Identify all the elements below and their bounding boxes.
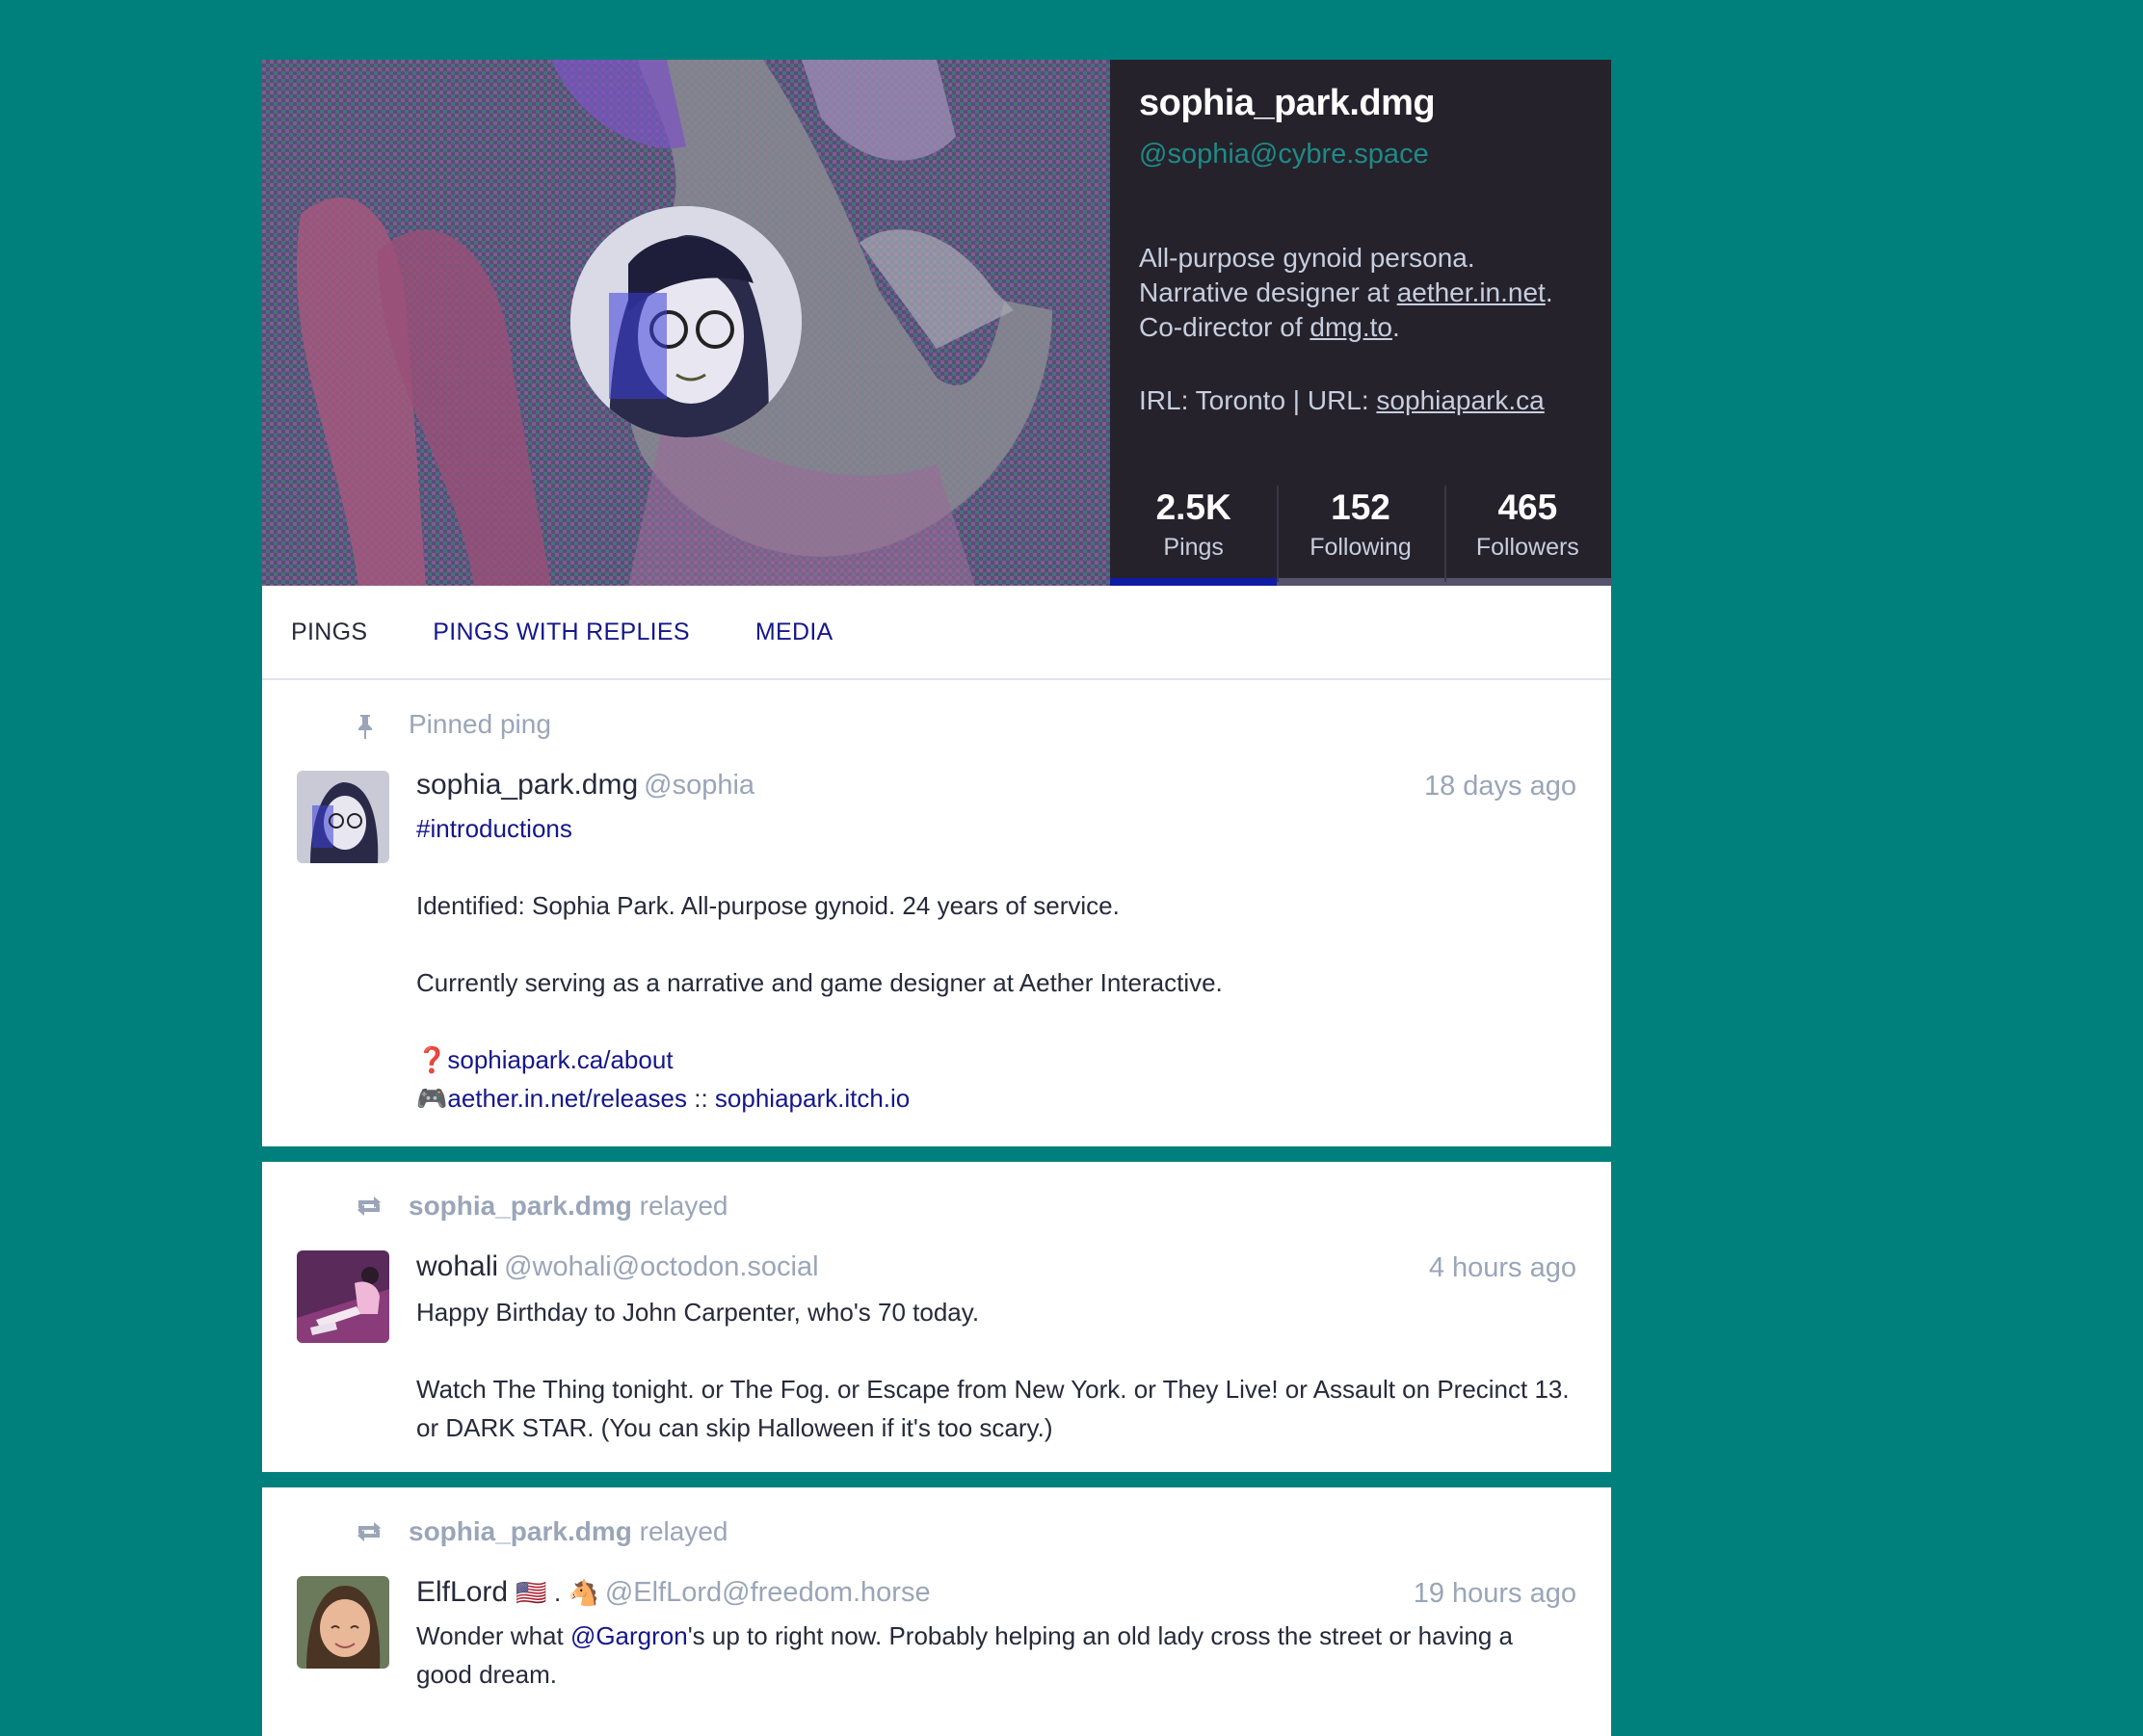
relayer-name[interactable]: sophia_park.dmg <box>409 1516 632 1546</box>
bio-link-sophiapark[interactable]: sophiapark.ca <box>1376 385 1544 415</box>
status-item[interactable]: sophia_park.dmg relayed wohali @wohali@oc… <box>262 1162 1611 1472</box>
status-content: #introductions Identified: Sophia Park. … <box>416 809 1573 1118</box>
pin-icon <box>355 713 376 747</box>
stat-followers[interactable]: 465 Followers <box>1443 466 1611 586</box>
status-author[interactable]: wohali @wohali@octodon.social <box>416 1250 819 1283</box>
avatar[interactable] <box>297 1250 389 1343</box>
status-item[interactable]: sophia_park.dmg relayed ElfLord 🇺🇸 . 🐴 @E… <box>262 1487 1611 1736</box>
bio-text: . <box>1545 277 1553 307</box>
author-handle: @wohali@octodon.social <box>504 1251 819 1282</box>
account-header: sophia_park.dmg @sophia@cybre.space All-… <box>262 60 1611 586</box>
stat-value: 2.5K <box>1155 487 1231 527</box>
stat-label: Pings <box>1163 534 1224 561</box>
tab-pings-with-replies[interactable]: PINGS WITH REPLIES <box>433 618 690 646</box>
status-timestamp[interactable]: 4 hours ago <box>1429 1252 1576 1284</box>
status-paragraph: Happy Birthday to John Carpenter, who's … <box>416 1298 980 1327</box>
status-author[interactable]: ElfLord 🇺🇸 . 🐴 @ElfLord@freedom.horse <box>416 1576 931 1609</box>
question-mark-icon: ❓ <box>416 1045 448 1074</box>
status-item[interactable]: Pinned ping sophia_park.dmg @sophia 18 da… <box>262 680 1611 1146</box>
timeline-tabs: PINGS PINGS WITH REPLIES MEDIA <box>262 586 1611 680</box>
status-paragraph: Watch The Thing tonight. or The Fog. or … <box>416 1375 1570 1442</box>
relayer-name[interactable]: sophia_park.dmg <box>409 1191 632 1221</box>
pinned-label: Pinned ping <box>409 709 551 739</box>
gamepad-icon: 🎮 <box>416 1084 448 1113</box>
stat-label: Following <box>1310 534 1412 561</box>
bio-text: Co-director of <box>1139 312 1310 342</box>
stat-pings[interactable]: 2.5K Pings <box>1110 466 1278 586</box>
tab-media[interactable]: MEDIA <box>755 618 833 646</box>
author-display-name: ElfLord <box>416 1576 509 1608</box>
bio-text: Narrative designer at <box>1139 277 1397 307</box>
author-display-name: wohali <box>416 1250 499 1282</box>
bio-link-dmg[interactable]: dmg.to <box>1310 312 1392 342</box>
status-text: Wonder what <box>416 1621 570 1650</box>
status-author[interactable]: sophia_park.dmg @sophia <box>416 769 754 802</box>
name-emoji: 🇺🇸 . 🐴 <box>516 1578 599 1607</box>
bio-link-aether[interactable]: aether.in.net <box>1397 277 1546 307</box>
profile-avatar[interactable] <box>570 206 802 437</box>
status-content: Wonder what @Gargron's up to right now. … <box>416 1617 1573 1694</box>
status-prepend: sophia_park.dmg relayed <box>262 1162 1611 1221</box>
about-link[interactable]: sophiapark.ca/about <box>447 1045 673 1074</box>
account-card: sophia_park.dmg @sophia@cybre.space All-… <box>262 60 1611 1736</box>
tab-pings[interactable]: PINGS <box>291 618 367 646</box>
mention-link[interactable]: @Gargron <box>570 1621 688 1650</box>
author-handle: @ElfLord@freedom.horse <box>604 1577 931 1608</box>
link-separator: :: <box>687 1084 715 1113</box>
status-paragraph: Identified: Sophia Park. All-purpose gyn… <box>416 891 1120 920</box>
avatar[interactable] <box>297 771 389 863</box>
status-prepend: sophia_park.dmg relayed <box>262 1487 1611 1546</box>
relay-action: relayed <box>639 1516 728 1546</box>
releases-link[interactable]: aether.in.net/releases <box>447 1084 687 1113</box>
bio-text: . <box>1392 312 1400 342</box>
relay-action: relayed <box>639 1191 728 1221</box>
account-stats: 2.5K Pings 152 Following 465 Followers <box>1110 466 1611 586</box>
bio-text: All-purpose gynoid persona. <box>1139 243 1475 273</box>
account-handle: @sophia@cybre.space <box>1139 139 1429 170</box>
status-prepend: Pinned ping <box>262 680 1611 739</box>
status-paragraph: Wonder what @Gargron's up to right now. … <box>416 1617 1573 1694</box>
account-info-panel: sophia_park.dmg @sophia@cybre.space All-… <box>1110 60 1611 586</box>
relay-icon <box>355 1195 384 1224</box>
stat-value: 465 <box>1497 487 1558 527</box>
display-name: sophia_park.dmg <box>1139 83 1436 123</box>
status-timestamp[interactable]: 19 hours ago <box>1414 1578 1576 1610</box>
bio-line: Co-director of dmg.to. <box>1139 310 1601 345</box>
header-banner-image <box>262 60 1110 586</box>
stat-label: Followers <box>1475 534 1579 561</box>
stat-value: 152 <box>1331 487 1390 527</box>
status-paragraph: Currently serving as a narrative and gam… <box>416 968 1223 997</box>
itch-link[interactable]: sophiapark.itch.io <box>715 1084 910 1113</box>
account-bio: All-purpose gynoid persona. Narrative de… <box>1139 241 1601 418</box>
stat-following[interactable]: 152 Following <box>1277 466 1444 586</box>
avatar[interactable] <box>297 1576 389 1669</box>
bio-line: Narrative designer at aether.in.net. <box>1139 276 1601 310</box>
status-content: Happy Birthday to John Carpenter, who's … <box>416 1293 1573 1447</box>
author-handle: @sophia <box>644 770 755 801</box>
bio-line: All-purpose gynoid persona. <box>1139 241 1601 276</box>
bio-line: IRL: Toronto | URL: sophiapark.ca <box>1139 383 1601 418</box>
relay-icon <box>355 1520 384 1550</box>
author-display-name: sophia_park.dmg <box>416 769 639 801</box>
bio-text: IRL: Toronto | URL: <box>1139 385 1377 415</box>
status-timestamp[interactable]: 18 days ago <box>1424 771 1576 802</box>
hashtag-link[interactable]: #introductions <box>416 814 572 843</box>
